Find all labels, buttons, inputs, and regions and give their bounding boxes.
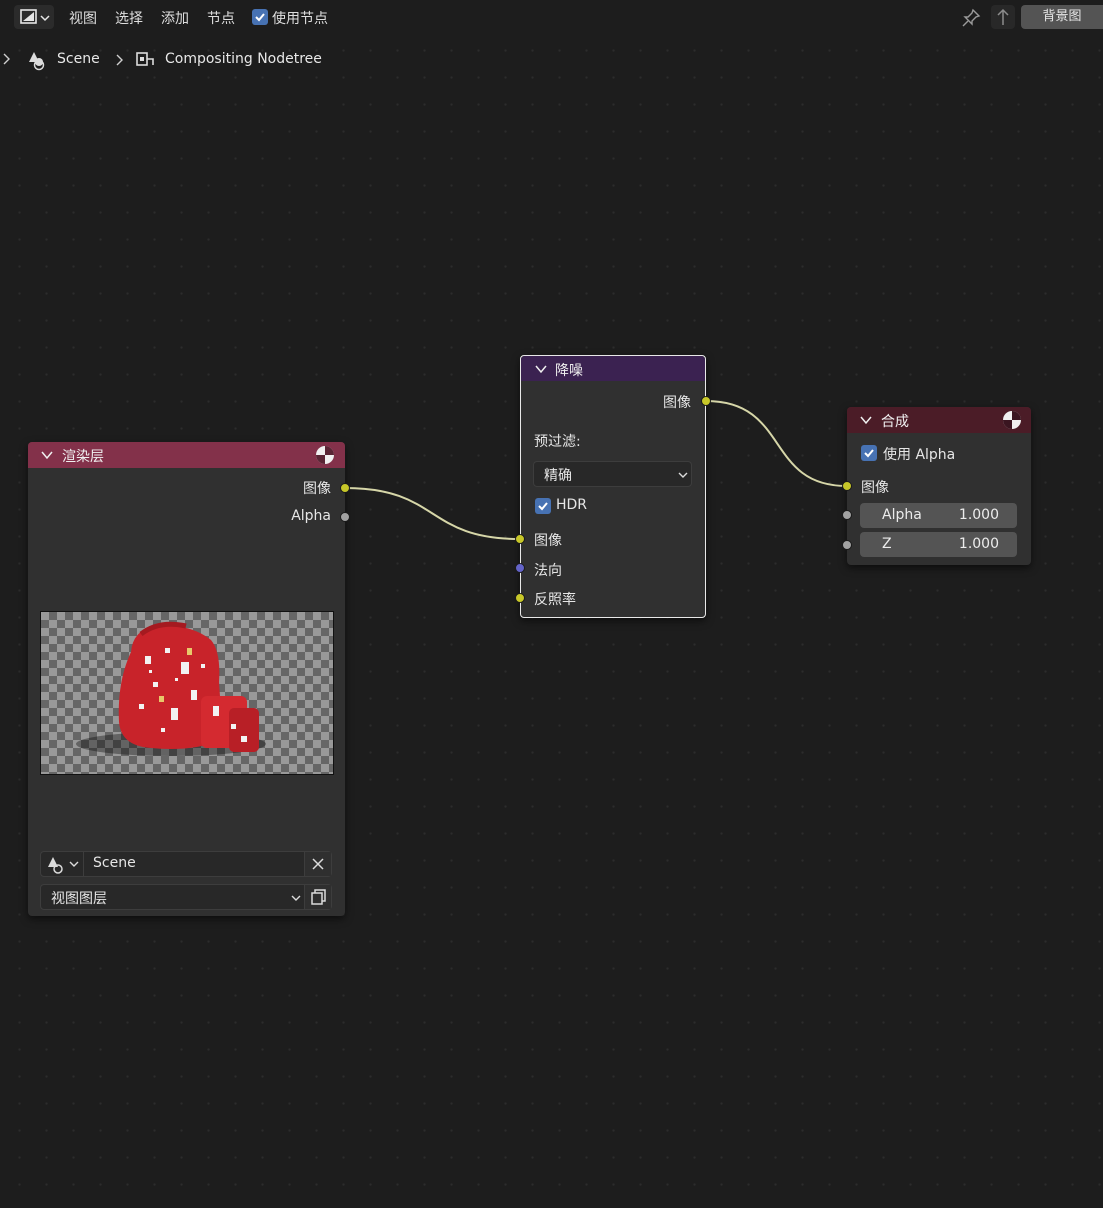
z-field-value: 1.000 bbox=[958, 536, 999, 552]
composite-image-input-socket[interactable] bbox=[842, 481, 852, 491]
view-layer-dropdown[interactable]: 视图图层 bbox=[40, 884, 332, 910]
denoise-node[interactable]: 降噪 图像 预过滤: 精确 HDR 图像 法向 反照率 bbox=[520, 355, 706, 618]
z-field-label: Z bbox=[882, 536, 892, 552]
collapse-icon[interactable] bbox=[535, 365, 547, 374]
backpack-preview-image bbox=[76, 621, 266, 756]
chevron-down-icon bbox=[678, 472, 688, 478]
composite-node[interactable]: 合成 使用 Alpha 图像 Alpha 1.000 Z 1.000 bbox=[847, 407, 1031, 565]
prefilter-dropdown[interactable]: 精确 bbox=[533, 461, 692, 487]
render-image-output-socket[interactable] bbox=[340, 483, 350, 493]
denoise-image-output-socket[interactable] bbox=[701, 396, 711, 406]
scene-icon bbox=[48, 857, 63, 874]
render-layer-button[interactable] bbox=[304, 885, 331, 909]
composite-title: 合成 bbox=[881, 414, 909, 430]
prefilter-value: 精确 bbox=[544, 468, 572, 484]
checkmark-icon bbox=[538, 502, 548, 511]
render-layer-icon bbox=[311, 889, 326, 905]
render-layers-node[interactable]: 渲染层 图像 Alpha Scene 视图图层 bbox=[28, 442, 345, 916]
use-alpha-label: 使用 Alpha bbox=[883, 447, 956, 463]
close-icon bbox=[312, 858, 324, 870]
render-layers-title: 渲染层 bbox=[62, 449, 104, 465]
render-layers-header[interactable]: 渲染层 bbox=[28, 442, 345, 468]
denoise-normal-input-socket[interactable] bbox=[515, 563, 525, 573]
link-denoise-to-composite bbox=[705, 400, 848, 487]
output-alpha-label: Alpha bbox=[291, 508, 331, 524]
view-layer-value: 视图图层 bbox=[51, 891, 107, 907]
alpha-field-label: Alpha bbox=[882, 507, 922, 523]
hdr-label: HDR bbox=[556, 497, 588, 513]
denoise-albedo-input-socket[interactable] bbox=[515, 593, 525, 603]
denoise-image-input-socket[interactable] bbox=[515, 534, 525, 544]
hdr-checkbox[interactable] bbox=[535, 498, 551, 514]
composite-z-input-socket[interactable] bbox=[842, 540, 852, 550]
link-render-to-denoise bbox=[344, 487, 521, 540]
scene-selector[interactable]: Scene bbox=[40, 851, 332, 877]
render-sphere-icon[interactable] bbox=[1002, 410, 1022, 430]
denoise-input-image-label: 图像 bbox=[534, 533, 562, 549]
z-value-field[interactable]: Z 1.000 bbox=[860, 532, 1017, 557]
collapse-icon[interactable] bbox=[41, 451, 53, 460]
scene-browse-button[interactable] bbox=[41, 852, 84, 876]
denoise-title: 降噪 bbox=[555, 363, 583, 379]
render-preview bbox=[40, 611, 334, 775]
clear-scene-button[interactable] bbox=[304, 852, 331, 876]
use-alpha-checkbox[interactable] bbox=[861, 445, 877, 461]
denoise-input-albedo-label: 反照率 bbox=[534, 592, 576, 608]
checkmark-icon bbox=[864, 449, 874, 458]
output-image-label: 图像 bbox=[303, 481, 331, 497]
composite-alpha-input-socket[interactable] bbox=[842, 510, 852, 520]
denoise-input-normal-label: 法向 bbox=[534, 563, 562, 579]
chevron-down-icon bbox=[69, 861, 79, 867]
composite-image-input-label: 图像 bbox=[861, 480, 889, 496]
denoise-header[interactable]: 降噪 bbox=[521, 356, 705, 381]
collapse-icon[interactable] bbox=[860, 416, 872, 425]
prefilter-label: 预过滤: bbox=[534, 434, 581, 450]
chevron-down-icon bbox=[291, 895, 301, 901]
denoise-output-image-label: 图像 bbox=[663, 395, 691, 411]
render-sphere-icon[interactable] bbox=[315, 445, 335, 465]
alpha-field-value: 1.000 bbox=[958, 507, 999, 523]
scene-name[interactable]: Scene bbox=[93, 855, 136, 871]
render-alpha-output-socket[interactable] bbox=[340, 512, 350, 522]
alpha-value-field[interactable]: Alpha 1.000 bbox=[860, 503, 1017, 528]
composite-header[interactable]: 合成 bbox=[847, 407, 1031, 433]
